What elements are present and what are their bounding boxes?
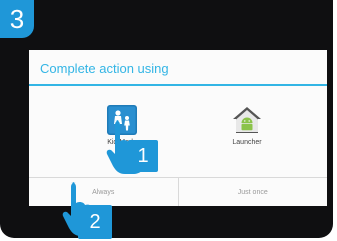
app-label-launcher: Launcher — [232, 139, 262, 146]
android-launcher-icon — [232, 105, 262, 135]
callout-step-2: 2 — [78, 205, 112, 239]
dialog-title: Complete action using — [29, 50, 327, 86]
just-once-button[interactable]: Just once — [179, 178, 328, 206]
app-option-launcher[interactable]: Launcher — [207, 105, 287, 146]
callout-step-1: 1 — [128, 140, 158, 172]
step-number-badge: 3 — [0, 0, 34, 38]
